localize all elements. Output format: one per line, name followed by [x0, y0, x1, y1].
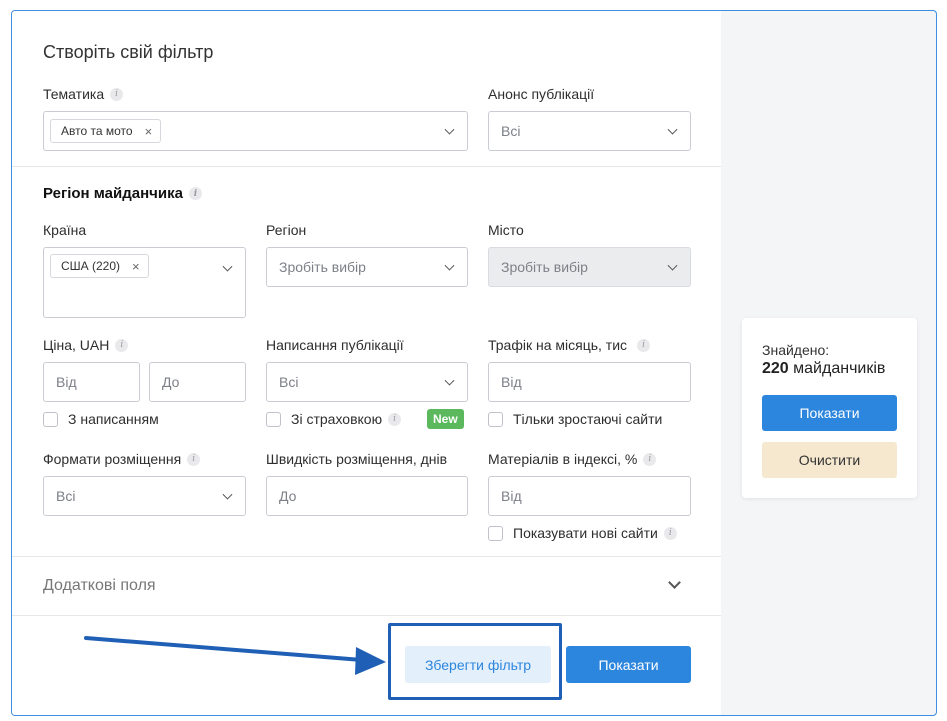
annotation-arrow-icon	[84, 636, 386, 675]
